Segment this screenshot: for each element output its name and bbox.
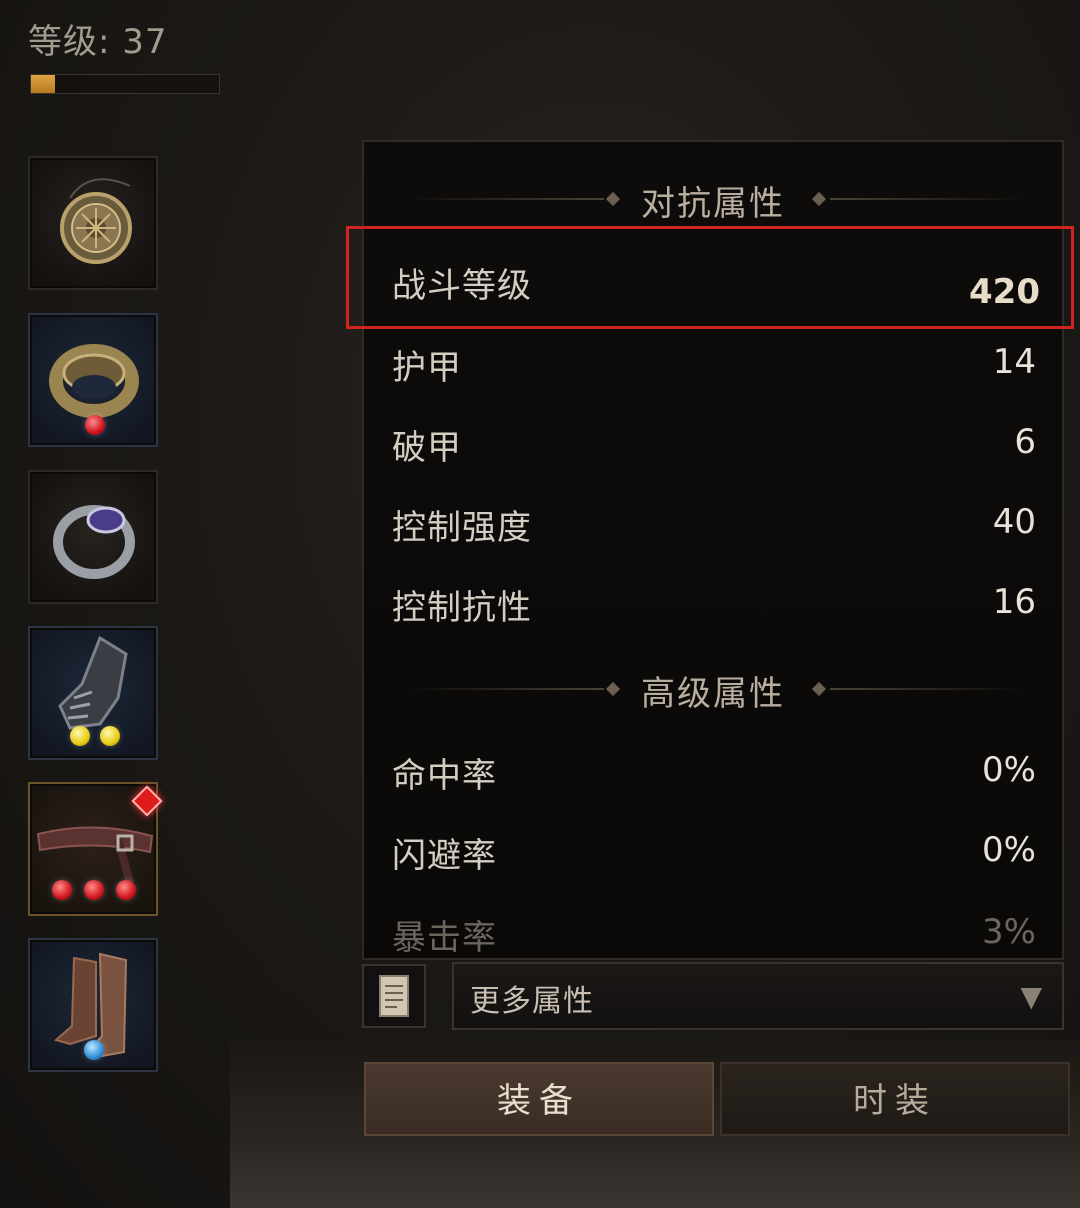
yellow-gem-icon	[100, 726, 120, 746]
gauntlet-icon	[58, 635, 128, 730]
chevron-down-icon: ▼	[1020, 980, 1042, 1013]
stat-label: 控制强度	[392, 508, 532, 548]
stat-value: 6	[1014, 422, 1036, 462]
equipment-slot-amulet[interactable]	[28, 156, 158, 290]
yellow-gem-icon	[70, 726, 90, 746]
stat-value: 40	[992, 502, 1036, 542]
stat-label: 破甲	[392, 428, 462, 468]
stat-value: 0%	[982, 750, 1036, 790]
stat-label: 暴击率	[392, 918, 497, 958]
stat-row-control-strength: 控制强度 40	[364, 492, 1062, 552]
stat-row-armor-pierce: 破甲 6	[364, 412, 1062, 472]
stat-value: 14	[992, 342, 1036, 382]
stat-label: 控制抗性	[392, 588, 532, 628]
red-gem-icon	[52, 880, 72, 900]
stat-label: 闪避率	[392, 836, 497, 876]
highlight-box	[346, 226, 1074, 329]
stat-label: 护甲	[392, 348, 462, 388]
more-attributes-label: 更多属性	[470, 984, 594, 1019]
divider	[830, 688, 1026, 690]
red-gem-icon	[84, 880, 104, 900]
tab-equipment[interactable]: 装备	[364, 1062, 714, 1136]
equipment-slot-boots[interactable]	[28, 938, 158, 1072]
advanced-section-title: 高级属性	[641, 674, 785, 714]
pvp-section-title: 对抗属性	[641, 184, 785, 224]
stat-value: 3%	[982, 912, 1036, 952]
tab-fashion[interactable]: 时装	[720, 1062, 1070, 1136]
equipment-slot-gauntlet[interactable]	[28, 626, 158, 760]
red-gem-icon	[85, 415, 105, 435]
xp-progress-fill	[31, 75, 56, 93]
stat-row-crit-rate: 暴击率 3%	[364, 902, 1062, 958]
blue-gem-icon	[84, 1040, 104, 1060]
character-level: 等级: 37	[28, 22, 168, 62]
scroll-icon	[379, 975, 409, 1017]
stat-row-dodge-rate: 闪避率 0%	[364, 820, 1062, 880]
stat-row-hit-rate: 命中率 0%	[364, 740, 1062, 800]
stat-label: 命中率	[392, 756, 497, 796]
equipment-slot-ring-2[interactable]	[28, 470, 158, 604]
amulet-icon	[60, 178, 132, 264]
ring-icon	[53, 505, 135, 579]
stat-row-armor: 护甲 14	[364, 332, 1062, 392]
stat-value: 0%	[982, 830, 1036, 870]
more-attributes-icon-button[interactable]	[362, 964, 426, 1028]
divider	[830, 198, 1026, 200]
xp-progress-bar	[30, 74, 220, 94]
red-gem-icon	[116, 880, 136, 900]
equipment-slot-ring-1[interactable]	[28, 313, 158, 447]
stat-value: 16	[992, 582, 1036, 622]
more-attributes-dropdown[interactable]: 更多属性 ▼	[452, 962, 1064, 1030]
equipment-slot-belt[interactable]	[28, 782, 163, 916]
stat-row-control-resistance: 控制抗性 16	[364, 572, 1062, 632]
